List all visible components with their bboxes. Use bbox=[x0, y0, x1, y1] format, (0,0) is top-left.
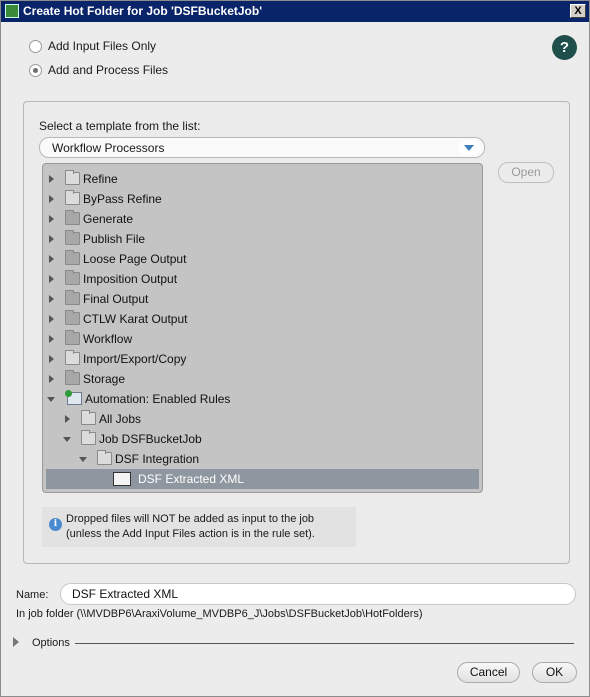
name-input[interactable] bbox=[60, 583, 576, 605]
tree-item-label: ByPass Refine bbox=[83, 192, 162, 206]
radio-add-input-only[interactable]: Add Input Files Only bbox=[29, 39, 156, 53]
note-line-1: Dropped files will NOT be added as input… bbox=[66, 513, 315, 525]
tree-item-workflow[interactable]: Workflow bbox=[43, 329, 482, 349]
open-folder-icon bbox=[81, 410, 96, 425]
tree-item-storage[interactable]: Storage bbox=[43, 369, 482, 389]
open-folder-icon bbox=[65, 170, 80, 185]
folder-icon bbox=[65, 290, 80, 305]
template-dropdown-value: Workflow Processors bbox=[52, 141, 165, 155]
options-divider bbox=[75, 643, 574, 644]
tree-item-automation-enabled-rules[interactable]: Automation: Enabled Rules bbox=[43, 389, 482, 409]
folder-icon bbox=[65, 230, 80, 245]
app-icon bbox=[5, 4, 19, 18]
tree-item-dsf-extracted-xml[interactable]: DSF Extracted XML bbox=[46, 469, 479, 489]
tree-item-job-dsfbucketjob[interactable]: Job DSFBucketJob bbox=[43, 429, 482, 449]
info-icon: i bbox=[49, 518, 62, 531]
expand-arrow-icon[interactable] bbox=[49, 215, 54, 223]
window-title: Create Hot Folder for Job 'DSFBucketJob' bbox=[23, 4, 263, 18]
open-folder-icon bbox=[65, 350, 80, 365]
expand-arrow-icon[interactable] bbox=[49, 335, 54, 343]
tree-item-label: All Jobs bbox=[99, 412, 142, 426]
tree-item-label: Loose Page Output bbox=[83, 252, 187, 266]
xml-rule-icon bbox=[113, 472, 131, 486]
automation-icon bbox=[65, 390, 82, 405]
expand-arrow-icon[interactable] bbox=[49, 315, 54, 323]
radio-button[interactable] bbox=[29, 39, 42, 53]
radio-add-and-process[interactable]: Add and Process Files bbox=[29, 63, 168, 77]
tree-item-label: Publish File bbox=[83, 232, 146, 246]
tree-item-publish-file[interactable]: Publish File bbox=[43, 229, 482, 249]
open-folder-icon bbox=[65, 190, 80, 205]
tree-item-dsf-integration[interactable]: DSF Integration bbox=[43, 449, 482, 469]
tree-item-label: Imposition Output bbox=[83, 272, 178, 286]
tree-item-refine[interactable]: Refine bbox=[43, 169, 482, 189]
collapse-arrow-icon[interactable] bbox=[63, 437, 71, 442]
tree-item-label: DSF Integration bbox=[115, 452, 200, 466]
expand-arrow-icon[interactable] bbox=[49, 255, 54, 263]
collapse-arrow-icon[interactable] bbox=[79, 457, 87, 462]
radio-label: Add Input Files Only bbox=[48, 39, 157, 53]
info-note: i Dropped files will NOT be added as inp… bbox=[42, 507, 356, 547]
expand-arrow-icon[interactable] bbox=[49, 375, 54, 383]
tree-item-final-output[interactable]: Final Output bbox=[43, 289, 482, 309]
tree-item-label: CTLW Karat Output bbox=[83, 312, 188, 326]
tree-item-ctlw-karat-output[interactable]: CTLW Karat Output bbox=[43, 309, 482, 329]
folder-icon bbox=[65, 370, 80, 385]
tree-item-label: Job DSFBucketJob bbox=[99, 432, 202, 446]
name-label: Name: bbox=[16, 589, 49, 601]
tree-item-bypass-refine[interactable]: ByPass Refine bbox=[43, 189, 482, 209]
tree-item-label: Workflow bbox=[83, 332, 133, 346]
open-folder-icon bbox=[97, 450, 112, 465]
folder-icon bbox=[65, 270, 80, 285]
folder-icon bbox=[65, 250, 80, 265]
expand-arrow-icon[interactable] bbox=[49, 235, 54, 243]
open-folder-icon bbox=[81, 430, 96, 445]
job-folder-path: In job folder (\\MVDBP6\AraxiVolume_MVDB… bbox=[16, 608, 423, 620]
expand-arrow-icon[interactable] bbox=[49, 195, 54, 203]
tree-item-label: Automation: Enabled Rules bbox=[85, 392, 231, 406]
expand-arrow-icon[interactable] bbox=[65, 415, 70, 423]
tree-item-label: Final Output bbox=[83, 292, 149, 306]
folder-icon bbox=[65, 310, 80, 325]
folder-icon bbox=[65, 210, 80, 225]
expand-arrow-icon[interactable] bbox=[49, 295, 54, 303]
tree-item-label: Storage bbox=[83, 372, 126, 386]
tree-item-label: DSF Extracted XML bbox=[138, 472, 245, 486]
note-line-2: (unless the Add Input Files action is in… bbox=[66, 528, 315, 540]
tree-item-label: Generate bbox=[83, 212, 134, 226]
options-label[interactable]: Options bbox=[32, 637, 70, 649]
title-bar: Create Hot Folder for Job 'DSFBucketJob'… bbox=[1, 1, 589, 22]
cancel-button[interactable]: Cancel bbox=[457, 662, 520, 683]
ok-button[interactable]: OK bbox=[532, 662, 577, 683]
radio-button[interactable] bbox=[29, 63, 42, 77]
collapse-arrow-icon[interactable] bbox=[47, 397, 55, 402]
tree-item-imposition-output[interactable]: Imposition Output bbox=[43, 269, 482, 289]
radio-label: Add and Process Files bbox=[48, 63, 169, 77]
expand-arrow-icon[interactable] bbox=[49, 175, 54, 183]
tree-item-import-export-copy[interactable]: Import/Export/Copy bbox=[43, 349, 482, 369]
folder-icon bbox=[65, 330, 80, 345]
tree-item-generate[interactable]: Generate bbox=[43, 209, 482, 229]
tree-item-label: Refine bbox=[83, 172, 118, 186]
options-expand-icon[interactable] bbox=[13, 637, 19, 647]
template-dropdown[interactable]: Workflow Processors bbox=[39, 137, 485, 158]
expand-arrow-icon[interactable] bbox=[49, 275, 54, 283]
template-prompt: Select a template from the list: bbox=[39, 119, 201, 133]
tree-item-label: Import/Export/Copy bbox=[83, 352, 187, 366]
tree-item-loose-page-output[interactable]: Loose Page Output bbox=[43, 249, 482, 269]
tree-item-all-jobs[interactable]: All Jobs bbox=[43, 409, 482, 429]
open-button[interactable]: Open bbox=[498, 162, 554, 183]
dialog-window: Create Hot Folder for Job 'DSFBucketJob'… bbox=[0, 0, 590, 697]
close-button[interactable]: X bbox=[570, 4, 586, 18]
chevron-down-icon[interactable] bbox=[458, 140, 480, 155]
template-tree[interactable]: Refine ByPass Refine Generate Publish Fi… bbox=[42, 163, 483, 493]
help-icon[interactable]: ? bbox=[552, 35, 577, 60]
expand-arrow-icon[interactable] bbox=[49, 355, 54, 363]
